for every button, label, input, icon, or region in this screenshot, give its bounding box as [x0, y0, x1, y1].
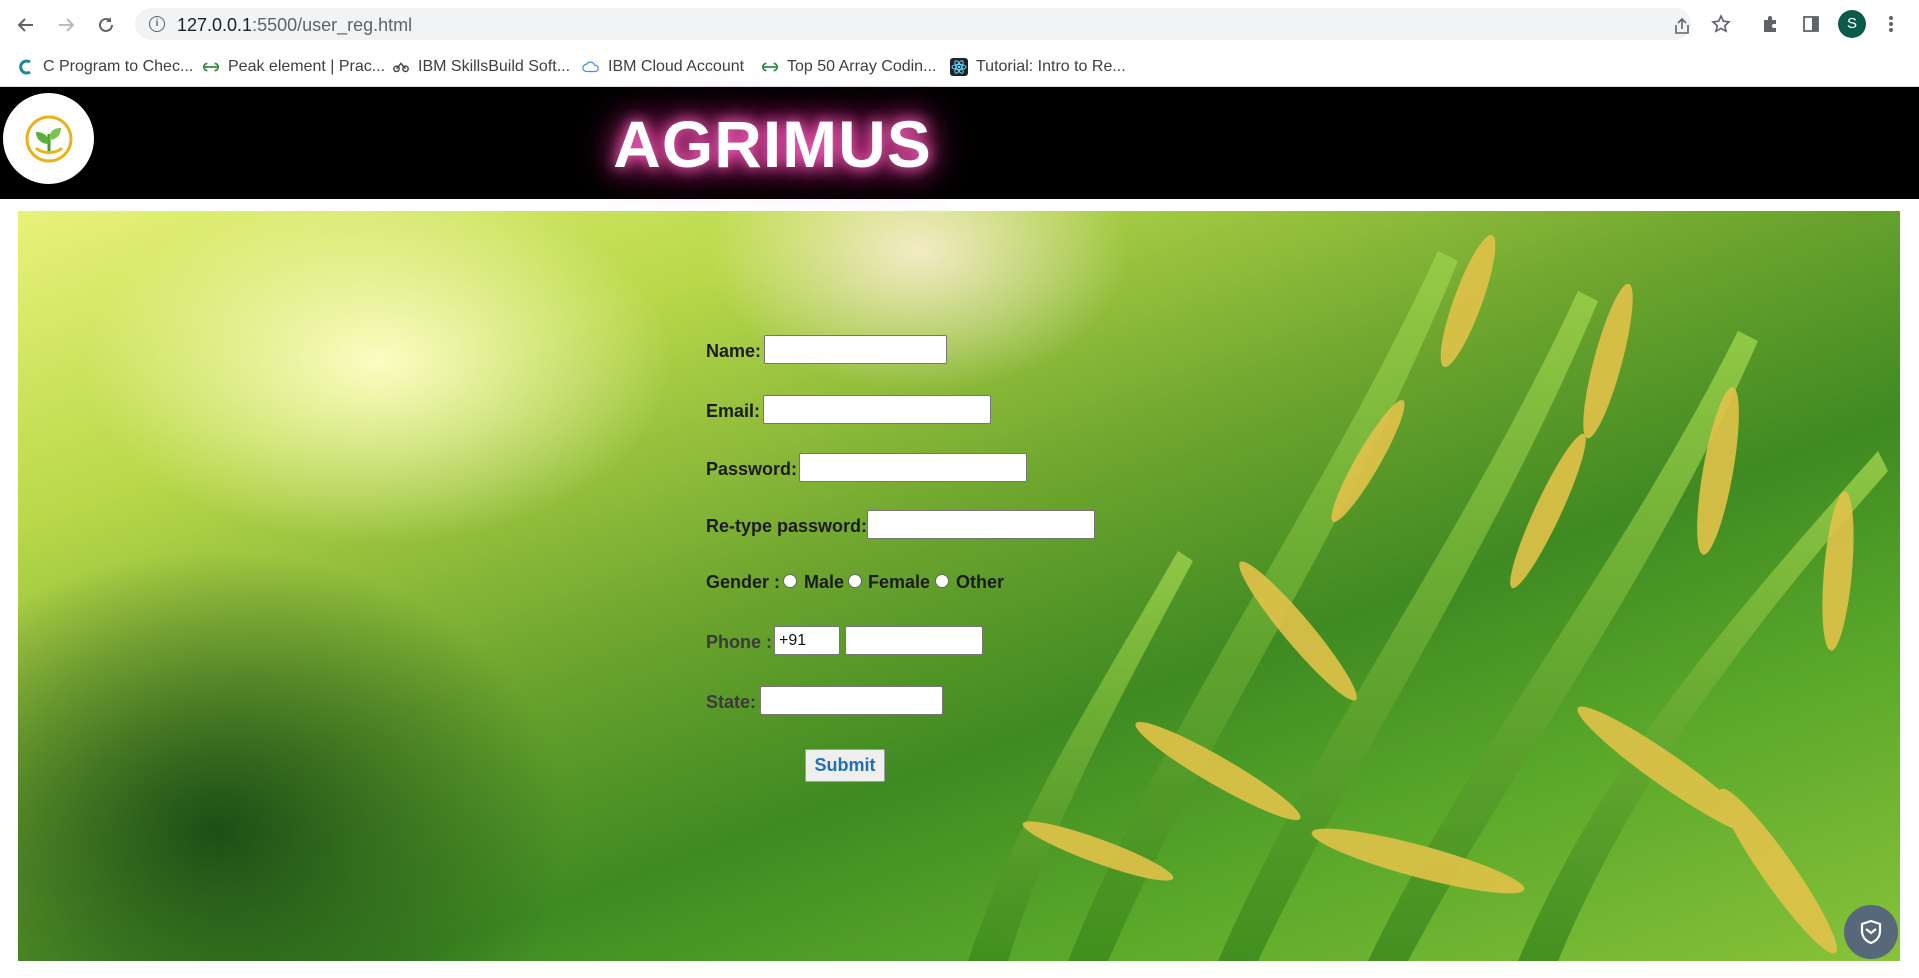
bookmark-item[interactable]: IBM Cloud Account	[582, 56, 744, 78]
leaf-logo-icon	[25, 115, 72, 162]
password-input[interactable]	[799, 453, 1027, 482]
phone-code-input[interactable]	[774, 626, 840, 655]
name-label: Name:	[706, 341, 762, 361]
site-title: AGRIMUS	[613, 107, 932, 181]
bookmark-item[interactable]: C Program to Chec...	[17, 56, 193, 78]
puzzle-icon	[1764, 16, 1776, 32]
bookmark-label: IBM Cloud Account	[608, 58, 745, 75]
registration-hero: Name: Email: Password: Re-type password:…	[18, 211, 1900, 961]
gender-other-label: Other	[956, 572, 1005, 592]
side-panel-button[interactable]	[1797, 10, 1825, 38]
bookmark-item[interactable]: Tutorial: Intro to Re...	[950, 56, 1126, 78]
browser-toolbar: i 127.0.0.1:5500/user_reg.html S	[0, 0, 1919, 47]
bookmark-item[interactable]: IBM SkillsBuild Soft...	[392, 56, 570, 78]
bookmark-label: Top 50 Array Codin...	[787, 58, 937, 75]
back-arrow-icon	[17, 18, 33, 32]
url-host: 127.0.0.1	[177, 15, 253, 35]
gender-other-radio[interactable]	[935, 574, 949, 588]
shield-chat-icon	[1860, 919, 1882, 945]
back-button[interactable]	[12, 11, 40, 39]
extensions-button[interactable]	[1756, 10, 1784, 38]
site-info-icon[interactable]: i	[149, 16, 165, 32]
gender-male-radio[interactable]	[783, 574, 797, 588]
ibm-skillsbuild-icon	[392, 58, 410, 76]
star-icon	[1711, 14, 1731, 33]
password-label: Password:	[706, 459, 798, 479]
reload-icon	[99, 17, 113, 32]
submit-button[interactable]: Submit	[805, 749, 885, 782]
browser-menu-button[interactable]	[1877, 10, 1905, 38]
bookmark-star-button[interactable]	[1707, 10, 1735, 38]
bookmark-label: IBM SkillsBuild Soft...	[418, 58, 571, 75]
gender-female-label: Female	[868, 572, 931, 592]
bookmark-label: C Program to Chec...	[43, 58, 194, 75]
forward-arrow-icon	[59, 18, 75, 32]
site-header: AGRIMUS	[0, 87, 1919, 199]
state-input[interactable]	[760, 686, 943, 715]
kebab-menu-icon	[1889, 16, 1893, 32]
c-logo-icon	[17, 58, 35, 76]
profile-avatar[interactable]: S	[1838, 10, 1866, 38]
cloud-icon	[582, 58, 600, 76]
chat-widget-button[interactable]	[1844, 905, 1898, 959]
gender-male-label: Male	[804, 572, 845, 592]
gender-female-radio[interactable]	[848, 574, 862, 588]
site-logo[interactable]	[3, 93, 94, 184]
bookmarks-bar: C Program to Chec... Peak element | Prac…	[0, 47, 1919, 87]
bookmark-label: Tutorial: Intro to Re...	[976, 58, 1126, 75]
react-icon	[950, 58, 968, 76]
bookmark-item[interactable]: Top 50 Array Codin...	[761, 56, 936, 78]
phone-number-input[interactable]	[845, 626, 983, 655]
url-path: :5500/user_reg.html	[252, 15, 413, 35]
web-page: AGRIMUS Name: Email: Password: Re-type p…	[0, 87, 1919, 978]
gender-label: Gender :	[706, 572, 781, 592]
phone-label: Phone :	[706, 632, 772, 652]
forward-button[interactable]	[52, 11, 80, 39]
share-button[interactable]	[1670, 14, 1694, 38]
state-label: State:	[706, 692, 757, 712]
gfg-icon	[202, 58, 220, 76]
name-input[interactable]	[764, 335, 947, 364]
email-label: Email:	[706, 401, 761, 421]
share-icon	[1675, 17, 1689, 34]
email-input[interactable]	[763, 395, 991, 424]
side-panel-icon	[1803, 16, 1819, 32]
retype-password-input[interactable]	[867, 510, 1095, 539]
address-bar[interactable]: i 127.0.0.1:5500/user_reg.html	[135, 8, 1691, 40]
bookmark-item[interactable]: Peak element | Prac...	[202, 56, 385, 78]
reload-button[interactable]	[92, 11, 120, 39]
url-text[interactable]: 127.0.0.1:5500/user_reg.html	[177, 15, 412, 36]
retype-password-label: Re-type password:	[706, 516, 868, 536]
bookmark-label: Peak element | Prac...	[228, 58, 386, 75]
gfg-icon	[761, 58, 779, 76]
registration-form: Name: Email: Password: Re-type password:…	[18, 211, 1900, 961]
